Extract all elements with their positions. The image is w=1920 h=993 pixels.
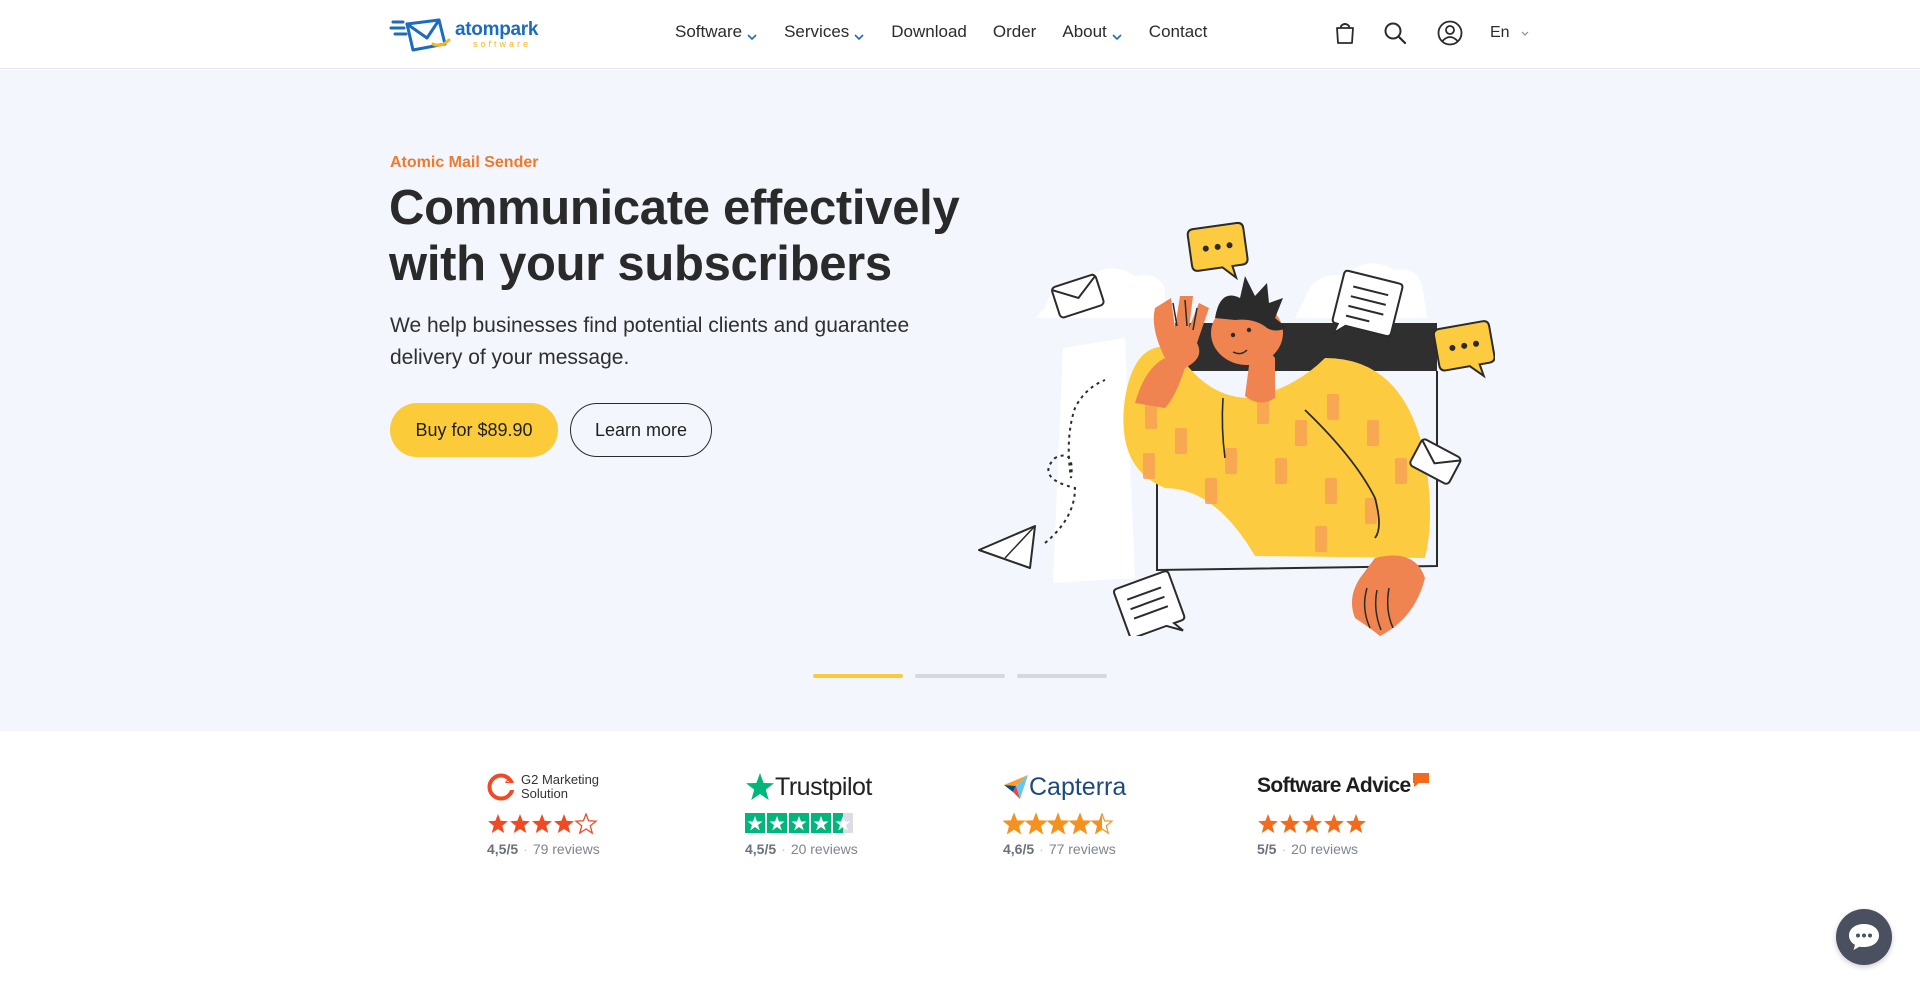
trustpilot-star-icon xyxy=(746,773,774,800)
main-nav: Software Services Download Order About C… xyxy=(675,22,1233,42)
chat-widget-button[interactable] xyxy=(1836,909,1892,965)
chevron-down-icon xyxy=(746,27,758,41)
review-software-advice[interactable]: Software Advice 5/5 · 20 reviews xyxy=(1257,771,1430,857)
capterra-label: Capterra xyxy=(1029,772,1127,801)
slider-pagination xyxy=(813,674,1119,678)
g2-stars xyxy=(487,813,605,835)
capterra-count: 77 reviews xyxy=(1048,841,1116,857)
nav-software-label: Software xyxy=(675,22,743,41)
review-trustpilot[interactable]: Trustpilot 4,5/5 · 20 reviews xyxy=(745,771,872,857)
review-capterra[interactable]: Capterra 4,6/5 · 77 reviews xyxy=(1003,771,1126,857)
nav-about[interactable]: About xyxy=(1062,22,1122,42)
trustpilot-count: 20 reviews xyxy=(790,841,858,857)
capterra-score: 4,6/5 xyxy=(1003,841,1035,857)
chevron-down-icon xyxy=(1521,31,1529,36)
hero-title: Communicate effectively with your subscr… xyxy=(389,181,960,291)
chevron-down-icon xyxy=(1111,27,1123,41)
nav-about-label: About xyxy=(1062,22,1107,41)
site-header: atompark software Software Services Down… xyxy=(0,0,1920,69)
chat-icon xyxy=(1849,924,1879,950)
logo-tagline: software xyxy=(473,38,532,49)
hero-eyebrow: Atomic Mail Sender xyxy=(390,154,539,171)
nav-contact-label: Contact xyxy=(1148,22,1208,41)
nav-order[interactable]: Order xyxy=(993,22,1036,42)
trustpilot-score: 4,5/5 xyxy=(745,841,777,857)
software-advice-count: 20 reviews xyxy=(1291,841,1359,857)
logo[interactable]: atompark software xyxy=(389,14,549,54)
logo-name: atompark xyxy=(455,18,539,40)
account-icon[interactable] xyxy=(1435,18,1465,48)
nav-download-label: Download xyxy=(891,22,967,41)
reviews-strip: 2 G2 Marketing Solution 4,5/5 · 79 reviews… xyxy=(0,731,1920,993)
g2-count: 79 reviews xyxy=(532,841,600,857)
hero-section: Atomic Mail Sender Communicate effective… xyxy=(0,70,1920,731)
capterra-logo-icon xyxy=(1004,775,1028,799)
hero-subtitle: We help businesses find potential client… xyxy=(390,314,910,369)
svg-text:2: 2 xyxy=(505,776,510,785)
nav-software[interactable]: Software xyxy=(675,22,758,42)
nav-order-label: Order xyxy=(992,22,1037,41)
g2-score: 4,5/5 xyxy=(487,841,519,857)
search-icon[interactable] xyxy=(1380,18,1410,48)
g2-logo-icon: 2 xyxy=(487,773,515,801)
nav-download[interactable]: Download xyxy=(891,22,967,42)
capterra-stars xyxy=(1003,813,1126,835)
header-actions: En xyxy=(1330,18,1530,48)
language-selector[interactable]: En xyxy=(1490,24,1530,42)
language-label: En xyxy=(1490,24,1510,41)
logo-envelope-icon xyxy=(389,18,451,52)
cart-icon[interactable] xyxy=(1330,18,1360,48)
software-advice-bubble-icon xyxy=(1412,773,1429,787)
g2-label: G2 Marketing Solution xyxy=(521,772,600,801)
review-g2[interactable]: 2 G2 Marketing Solution 4,5/5 · 79 reviews xyxy=(487,771,605,858)
slide-dot-2[interactable] xyxy=(915,674,1005,678)
software-advice-label: Software Advice xyxy=(1257,774,1411,797)
slide-dot-3[interactable] xyxy=(1017,674,1107,678)
slide-dot-1[interactable] xyxy=(813,674,903,678)
nav-services-label: Services xyxy=(784,22,850,41)
trustpilot-label: Trustpilot xyxy=(775,772,872,801)
nav-contact[interactable]: Contact xyxy=(1149,22,1208,42)
software-advice-stars xyxy=(1257,813,1430,835)
buy-button[interactable]: Buy for $89.90 xyxy=(390,403,558,457)
chevron-down-icon xyxy=(853,27,865,41)
software-advice-score: 5/5 xyxy=(1257,841,1277,857)
trustpilot-stars xyxy=(745,813,872,835)
nav-services[interactable]: Services xyxy=(784,22,865,42)
hero-illustration xyxy=(978,221,1495,636)
learn-more-button[interactable]: Learn more xyxy=(570,403,712,457)
